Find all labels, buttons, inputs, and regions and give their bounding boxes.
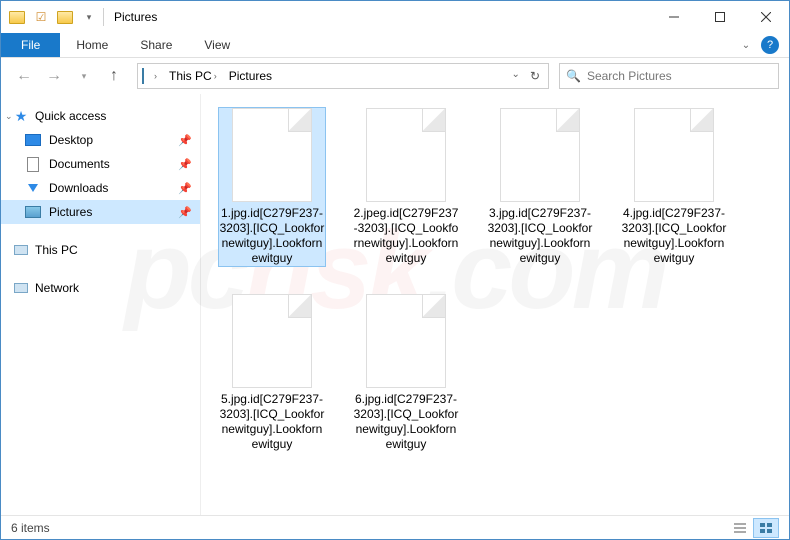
file-name: 3.jpg.id[C279F237-3203].[ICQ_Lookfornewi… <box>487 206 593 266</box>
window-title: Pictures <box>114 10 157 24</box>
file-name: 6.jpg.id[C279F237-3203].[ICQ_Lookfornewi… <box>353 392 459 452</box>
qat-properties-icon[interactable]: ☑ <box>33 9 49 25</box>
titlebar: ☑ ▾ Pictures <box>1 1 789 33</box>
pin-icon: 📌 <box>178 134 192 147</box>
search-input[interactable]: 🔍 Search Pictures <box>559 63 779 89</box>
search-placeholder: Search Pictures <box>587 69 672 83</box>
pc-icon <box>13 242 29 258</box>
file-name: 2.jpeg.id[C279F237-3203].[ICQ_Lookfornew… <box>353 206 459 266</box>
search-icon: 🔍 <box>566 69 581 83</box>
ribbon-expand-icon[interactable]: ⌄ <box>731 33 761 57</box>
close-button[interactable] <box>743 2 789 32</box>
nav-thispc[interactable]: This PC <box>1 238 200 262</box>
tab-home[interactable]: Home <box>60 33 124 57</box>
file-item[interactable]: 3.jpg.id[C279F237-3203].[ICQ_Lookfornewi… <box>487 108 593 266</box>
forward-button[interactable]: → <box>41 63 67 89</box>
pin-icon: 📌 <box>178 206 192 219</box>
file-icon <box>232 108 312 202</box>
file-name: 4.jpg.id[C279F237-3203].[ICQ_Lookfornewi… <box>621 206 727 266</box>
desktop-icon <box>25 132 41 148</box>
address-dropdown-icon[interactable]: ⌄ <box>508 69 524 83</box>
view-icons-button[interactable] <box>753 518 779 538</box>
star-icon: ★ <box>13 108 29 124</box>
qat-newfolder-icon[interactable] <box>57 9 73 25</box>
maximize-button[interactable] <box>697 2 743 32</box>
downloads-icon <box>25 180 41 196</box>
crumb-root-arrow[interactable]: › <box>148 64 161 88</box>
nav-quickaccess[interactable]: ⌄ ★ Quick access <box>1 104 200 128</box>
documents-icon <box>25 156 41 172</box>
minimize-button[interactable] <box>651 2 697 32</box>
navbar: ← → ▾ ↑ › This PC› Pictures ⌄ ↻ 🔍 Search… <box>1 58 789 94</box>
pin-icon: 📌 <box>178 158 192 171</box>
file-tab[interactable]: File <box>1 33 60 57</box>
file-icon <box>634 108 714 202</box>
item-count: 6 items <box>11 521 50 535</box>
nav-downloads[interactable]: Downloads📌 <box>1 176 200 200</box>
app-icon <box>9 9 25 25</box>
nav-desktop[interactable]: Desktop📌 <box>1 128 200 152</box>
crumb-thispc[interactable]: This PC› <box>165 64 221 88</box>
file-icon <box>232 294 312 388</box>
explorer-window: pcrisk.com ☑ ▾ Pictures File Home Share … <box>0 0 790 540</box>
file-item[interactable]: 1.jpg.id[C279F237-3203].[ICQ_Lookfornewi… <box>219 108 325 266</box>
network-icon <box>13 280 29 296</box>
file-icon <box>366 294 446 388</box>
file-name: 5.jpg.id[C279F237-3203].[ICQ_Lookfornewi… <box>219 392 325 452</box>
pin-icon: 📌 <box>178 182 192 195</box>
back-button[interactable]: ← <box>11 63 37 89</box>
file-list[interactable]: 1.jpg.id[C279F237-3203].[ICQ_Lookfornewi… <box>201 94 789 515</box>
nav-network[interactable]: Network <box>1 276 200 300</box>
file-item[interactable]: 5.jpg.id[C279F237-3203].[ICQ_Lookfornewi… <box>219 294 325 452</box>
navigation-pane: ⌄ ★ Quick access Desktop📌 Documents📌 Dow… <box>1 94 201 515</box>
recent-dropdown-icon[interactable]: ▾ <box>71 63 97 89</box>
file-item[interactable]: 2.jpeg.id[C279F237-3203].[ICQ_Lookfornew… <box>353 108 459 266</box>
file-item[interactable]: 4.jpg.id[C279F237-3203].[ICQ_Lookfornewi… <box>621 108 727 266</box>
tab-view[interactable]: View <box>188 33 246 57</box>
separator <box>103 8 104 26</box>
location-icon <box>142 69 144 83</box>
qat-dropdown-icon[interactable]: ▾ <box>81 9 97 25</box>
help-button[interactable]: ? <box>761 36 779 54</box>
file-name: 1.jpg.id[C279F237-3203].[ICQ_Lookfornewi… <box>219 206 325 266</box>
tab-share[interactable]: Share <box>124 33 188 57</box>
crumb-pictures[interactable]: Pictures <box>225 64 276 88</box>
view-details-button[interactable] <box>727 518 753 538</box>
nav-pictures[interactable]: Pictures📌 <box>1 200 200 224</box>
status-bar: 6 items <box>1 515 789 539</box>
address-bar[interactable]: › This PC› Pictures ⌄ ↻ <box>137 63 549 89</box>
file-icon <box>500 108 580 202</box>
file-icon <box>366 108 446 202</box>
pictures-icon <box>25 204 41 220</box>
nav-documents[interactable]: Documents📌 <box>1 152 200 176</box>
chevron-down-icon[interactable]: ⌄ <box>5 111 13 122</box>
up-button[interactable]: ↑ <box>101 63 127 89</box>
refresh-button[interactable]: ↻ <box>526 69 544 83</box>
ribbon: File Home Share View ⌄ ? <box>1 33 789 58</box>
file-item[interactable]: 6.jpg.id[C279F237-3203].[ICQ_Lookfornewi… <box>353 294 459 452</box>
